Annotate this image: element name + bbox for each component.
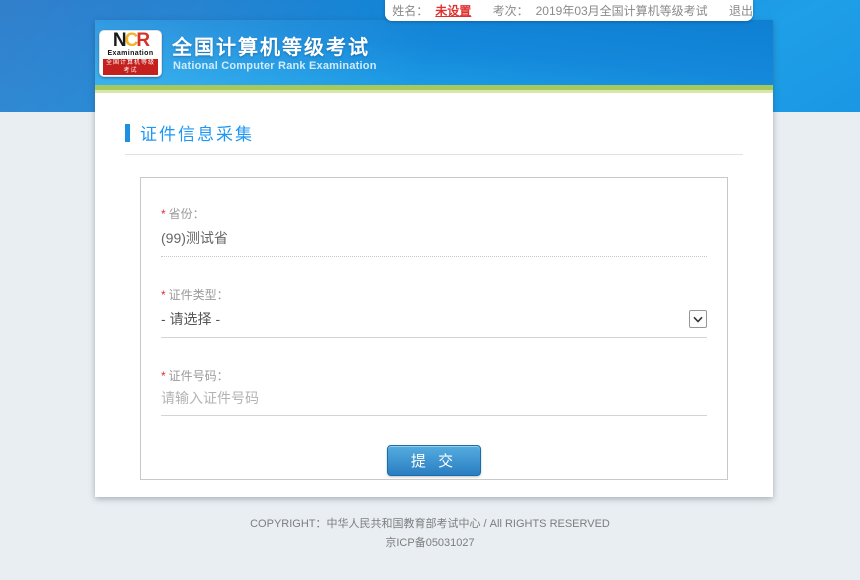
page-title: 证件信息采集: [140, 120, 254, 145]
site-header: NCR Examination 全国计算机等级考试 全国计算机等级考试 Nati…: [95, 20, 773, 85]
section-heading: 证件信息采集: [125, 120, 743, 145]
id-type-label-row: *证件类型：: [161, 286, 707, 303]
name-label: 姓名：: [392, 2, 428, 19]
exam-label: 考次：: [493, 2, 529, 19]
chevron-down-icon: [693, 316, 703, 323]
id-type-field: *证件类型： - 请选择 -: [161, 286, 707, 338]
logout-link[interactable]: 退出: [729, 2, 753, 19]
id-number-label: 证件号码：: [169, 369, 229, 383]
province-label: 省份：: [169, 207, 205, 221]
logo-ncr-text: NCR: [113, 33, 148, 49]
submit-button[interactable]: 提 交: [387, 445, 481, 476]
logo-ribbon-text: 全国计算机等级考试: [103, 59, 158, 75]
id-number-field: *证件号码：: [161, 367, 707, 416]
province-field: *省份： (99)测试省: [161, 205, 707, 257]
divider: [125, 154, 743, 155]
id-collection-form: *省份： (99)测试省 *证件类型： - 请选择 - *证件号码：: [140, 177, 728, 480]
id-type-select[interactable]: - 请选择 -: [161, 309, 707, 338]
site-title-cn: 全国计算机等级考试: [172, 31, 370, 60]
id-type-label: 证件类型：: [169, 288, 229, 302]
select-dropdown-box[interactable]: [689, 310, 707, 328]
icp-number: 京ICP备05031027: [0, 534, 860, 553]
required-mark: *: [161, 207, 166, 221]
page-footer: COPYRIGHT：中华人民共和国教育部考试中心 / All RIGHTS RE…: [0, 515, 860, 553]
submit-row: 提 交: [161, 445, 707, 476]
user-topbar: 姓名： 未设置 考次： 2019年03月全国计算机等级考试 退出: [385, 0, 753, 21]
logo-examination-text: Examination: [107, 49, 153, 58]
section-accent-bar: [125, 124, 130, 142]
required-mark: *: [161, 369, 166, 383]
name-value-link[interactable]: 未设置: [435, 2, 471, 19]
province-label-row: *省份：: [161, 205, 707, 222]
ncre-logo: NCR Examination 全国计算机等级考试: [99, 30, 162, 77]
id-number-label-row: *证件号码：: [161, 367, 707, 384]
province-value-text: (99)测试省: [161, 228, 228, 248]
province-value: (99)测试省: [161, 228, 707, 257]
id-number-input[interactable]: [161, 390, 707, 416]
copyright-text: COPYRIGHT：中华人民共和国教育部考试中心 / All RIGHTS RE…: [0, 515, 860, 534]
site-title-en: National Computer Rank Examination: [173, 60, 377, 72]
main-panel: NCR Examination 全国计算机等级考试 全国计算机等级考试 Nati…: [95, 20, 773, 497]
green-accent-stripe: [95, 85, 773, 93]
id-type-selected-value: - 请选择 -: [161, 309, 220, 329]
exam-value: 2019年03月全国计算机等级考试: [536, 2, 708, 19]
required-mark: *: [161, 288, 166, 302]
